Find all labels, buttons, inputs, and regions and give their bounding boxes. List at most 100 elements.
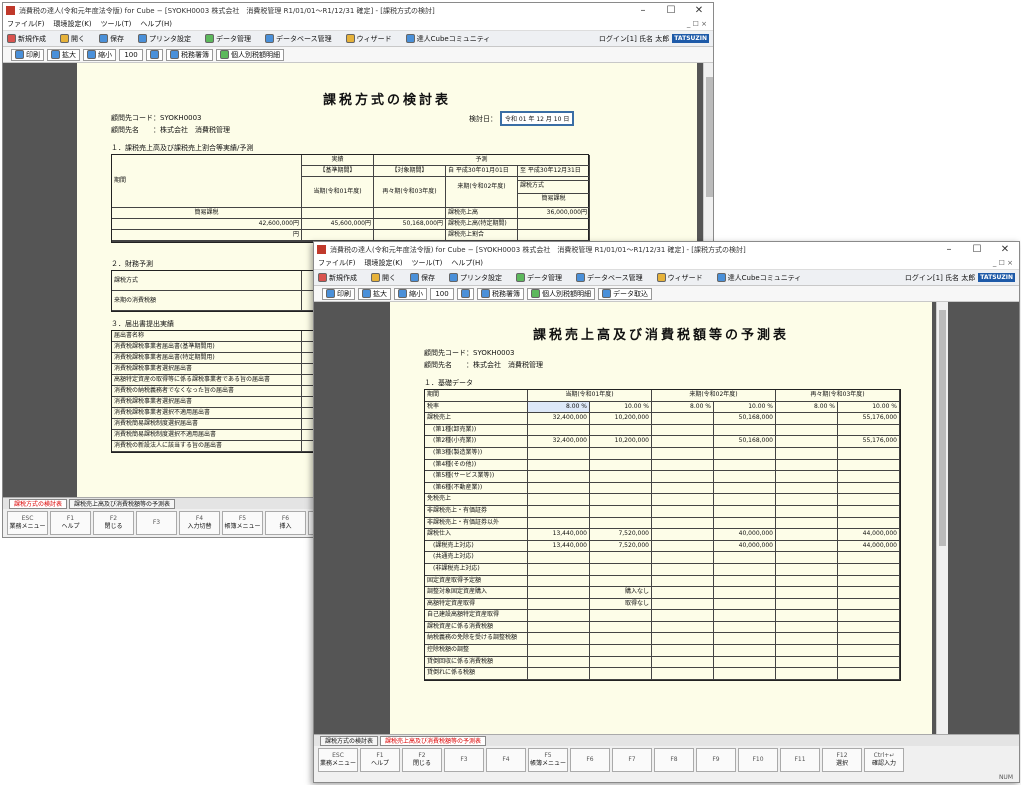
table-cell[interactable]: 50,168,000円 — [374, 219, 446, 230]
table-cell[interactable] — [838, 424, 900, 437]
table-cell[interactable] — [528, 552, 590, 564]
table-cell[interactable]: 10,200,000 — [590, 436, 652, 448]
vertical-scrollbar[interactable] — [936, 302, 948, 734]
table-cell[interactable] — [838, 598, 900, 611]
table-cell[interactable] — [714, 447, 776, 460]
table-cell[interactable] — [776, 529, 838, 541]
table-cell[interactable] — [590, 505, 652, 518]
table-cell[interactable] — [714, 471, 776, 483]
table-cell[interactable]: 40,000,000 — [714, 540, 776, 553]
zoom-level-input[interactable]: 100 % — [430, 287, 454, 309]
community-button[interactable]: 達人Cubeコミュニティ — [716, 273, 801, 283]
wizard-button[interactable]: ウィザード — [345, 34, 392, 44]
table-cell[interactable]: 36,000,000円 — [518, 208, 590, 219]
zoom-in-button[interactable]: 拡大 — [358, 287, 391, 300]
table-cell[interactable] — [302, 208, 374, 219]
table-cell[interactable] — [528, 575, 590, 588]
close-icon[interactable]: ✕ — [685, 5, 713, 16]
table-cell[interactable] — [776, 424, 838, 437]
table-cell[interactable]: 円 — [112, 230, 302, 241]
table-cell[interactable]: 44,000,000 — [838, 529, 900, 541]
fkey-7[interactable]: F7 — [612, 748, 652, 772]
table-cell[interactable] — [518, 219, 590, 230]
database-management-button[interactable]: データベース管理 — [576, 273, 643, 283]
table-cell[interactable]: 42,600,000円 — [112, 219, 302, 230]
table-cell[interactable] — [528, 494, 590, 506]
save-button[interactable]: 保存 — [99, 34, 124, 44]
table-cell[interactable] — [714, 633, 776, 646]
table-cell[interactable] — [714, 621, 776, 634]
fkey-f3[interactable]: F3 — [136, 511, 177, 535]
tax-detail-button[interactable]: 個人別税額明細 — [527, 287, 595, 300]
table-cell[interactable]: 13,440,000 — [528, 540, 590, 553]
menu-settings[interactable]: 環境設定(K) — [365, 258, 403, 268]
table-cell[interactable] — [776, 482, 838, 495]
table-cell[interactable] — [528, 645, 590, 657]
table-cell[interactable] — [714, 482, 776, 495]
table-cell[interactable] — [652, 424, 714, 437]
data-import-button[interactable]: データ取込 — [598, 287, 652, 300]
fkey-f6[interactable]: F6 挿入 — [265, 511, 306, 535]
table-cell[interactable] — [838, 645, 900, 657]
table-cell[interactable] — [776, 517, 838, 530]
table-cell[interactable]: 50,168,000 — [714, 436, 776, 448]
save-button[interactable]: 保存 — [410, 273, 435, 283]
tab-uriage-yosoku[interactable]: 課税売上高及び消費税額等の予測表 — [380, 735, 487, 746]
data-management-button[interactable]: データ管理 — [516, 273, 562, 283]
table-cell[interactable] — [652, 505, 714, 518]
table-cell[interactable] — [776, 587, 838, 599]
table-cell[interactable] — [776, 563, 838, 576]
table-cell[interactable] — [838, 494, 900, 506]
table-cell[interactable] — [714, 587, 776, 599]
table-cell[interactable] — [374, 208, 446, 219]
table-cell[interactable] — [776, 610, 838, 622]
minimize-icon[interactable]: – — [935, 244, 963, 255]
menu-help[interactable]: ヘルプ(H) — [451, 258, 483, 268]
close-icon[interactable]: ✕ — [991, 244, 1019, 255]
print-button[interactable]: 印刷 — [322, 287, 355, 300]
tab-kazei-houshiki[interactable]: 課税方式の検討表 — [320, 735, 379, 746]
table-cell[interactable] — [714, 459, 776, 472]
open-button[interactable]: 開く — [371, 273, 396, 283]
fkey-f4[interactable]: F4 入力切替 — [179, 511, 220, 535]
table-cell[interactable] — [590, 645, 652, 657]
table-cell[interactable] — [838, 656, 900, 669]
zoom-in-button[interactable]: 拡大 — [47, 48, 80, 61]
table-cell[interactable] — [714, 598, 776, 611]
table-cell[interactable] — [374, 230, 446, 241]
table-cell[interactable] — [714, 575, 776, 588]
table-cell[interactable] — [714, 494, 776, 506]
table-cell[interactable] — [652, 575, 714, 588]
zoom-fit-button[interactable] — [146, 48, 163, 61]
table-cell[interactable]: 55,176,000 — [838, 413, 900, 425]
table-cell[interactable] — [518, 230, 590, 241]
tax-rate-cell[interactable]: 10.00 % — [590, 401, 652, 414]
table-cell[interactable] — [652, 529, 714, 541]
fkey-f5[interactable]: F5 帳簿メニュー — [222, 511, 263, 535]
table-cell[interactable] — [776, 575, 838, 588]
table-cell[interactable]: 7,520,000 — [590, 540, 652, 553]
community-button[interactable]: 達人Cubeコミュニティ — [405, 34, 490, 44]
table-cell[interactable] — [776, 598, 838, 611]
zoom-out-button[interactable]: 縮小 — [394, 287, 427, 300]
table-cell[interactable] — [652, 494, 714, 506]
fkey-3[interactable]: F3 — [444, 748, 484, 772]
table-cell[interactable] — [590, 552, 652, 564]
table-cell[interactable] — [776, 494, 838, 506]
table-cell[interactable]: 32,400,000 — [528, 436, 590, 448]
table-cell[interactable] — [838, 621, 900, 634]
table-cell[interactable] — [528, 633, 590, 646]
fkey-5[interactable]: F5 帳簿メニュー — [528, 748, 568, 772]
table-cell[interactable] — [528, 459, 590, 472]
table-cell[interactable] — [652, 436, 714, 448]
table-cell[interactable] — [838, 447, 900, 460]
table-cell[interactable]: 購入なし — [590, 587, 652, 599]
table-cell[interactable] — [590, 610, 652, 622]
table-cell[interactable] — [528, 482, 590, 495]
fkey-6[interactable]: F6 — [570, 748, 610, 772]
tax-office-button[interactable]: 税務署簿 — [477, 287, 524, 300]
table-cell[interactable]: 7,520,000 — [590, 529, 652, 541]
table-cell[interactable] — [590, 471, 652, 483]
table-cell[interactable] — [714, 656, 776, 669]
table-cell[interactable] — [838, 668, 900, 680]
